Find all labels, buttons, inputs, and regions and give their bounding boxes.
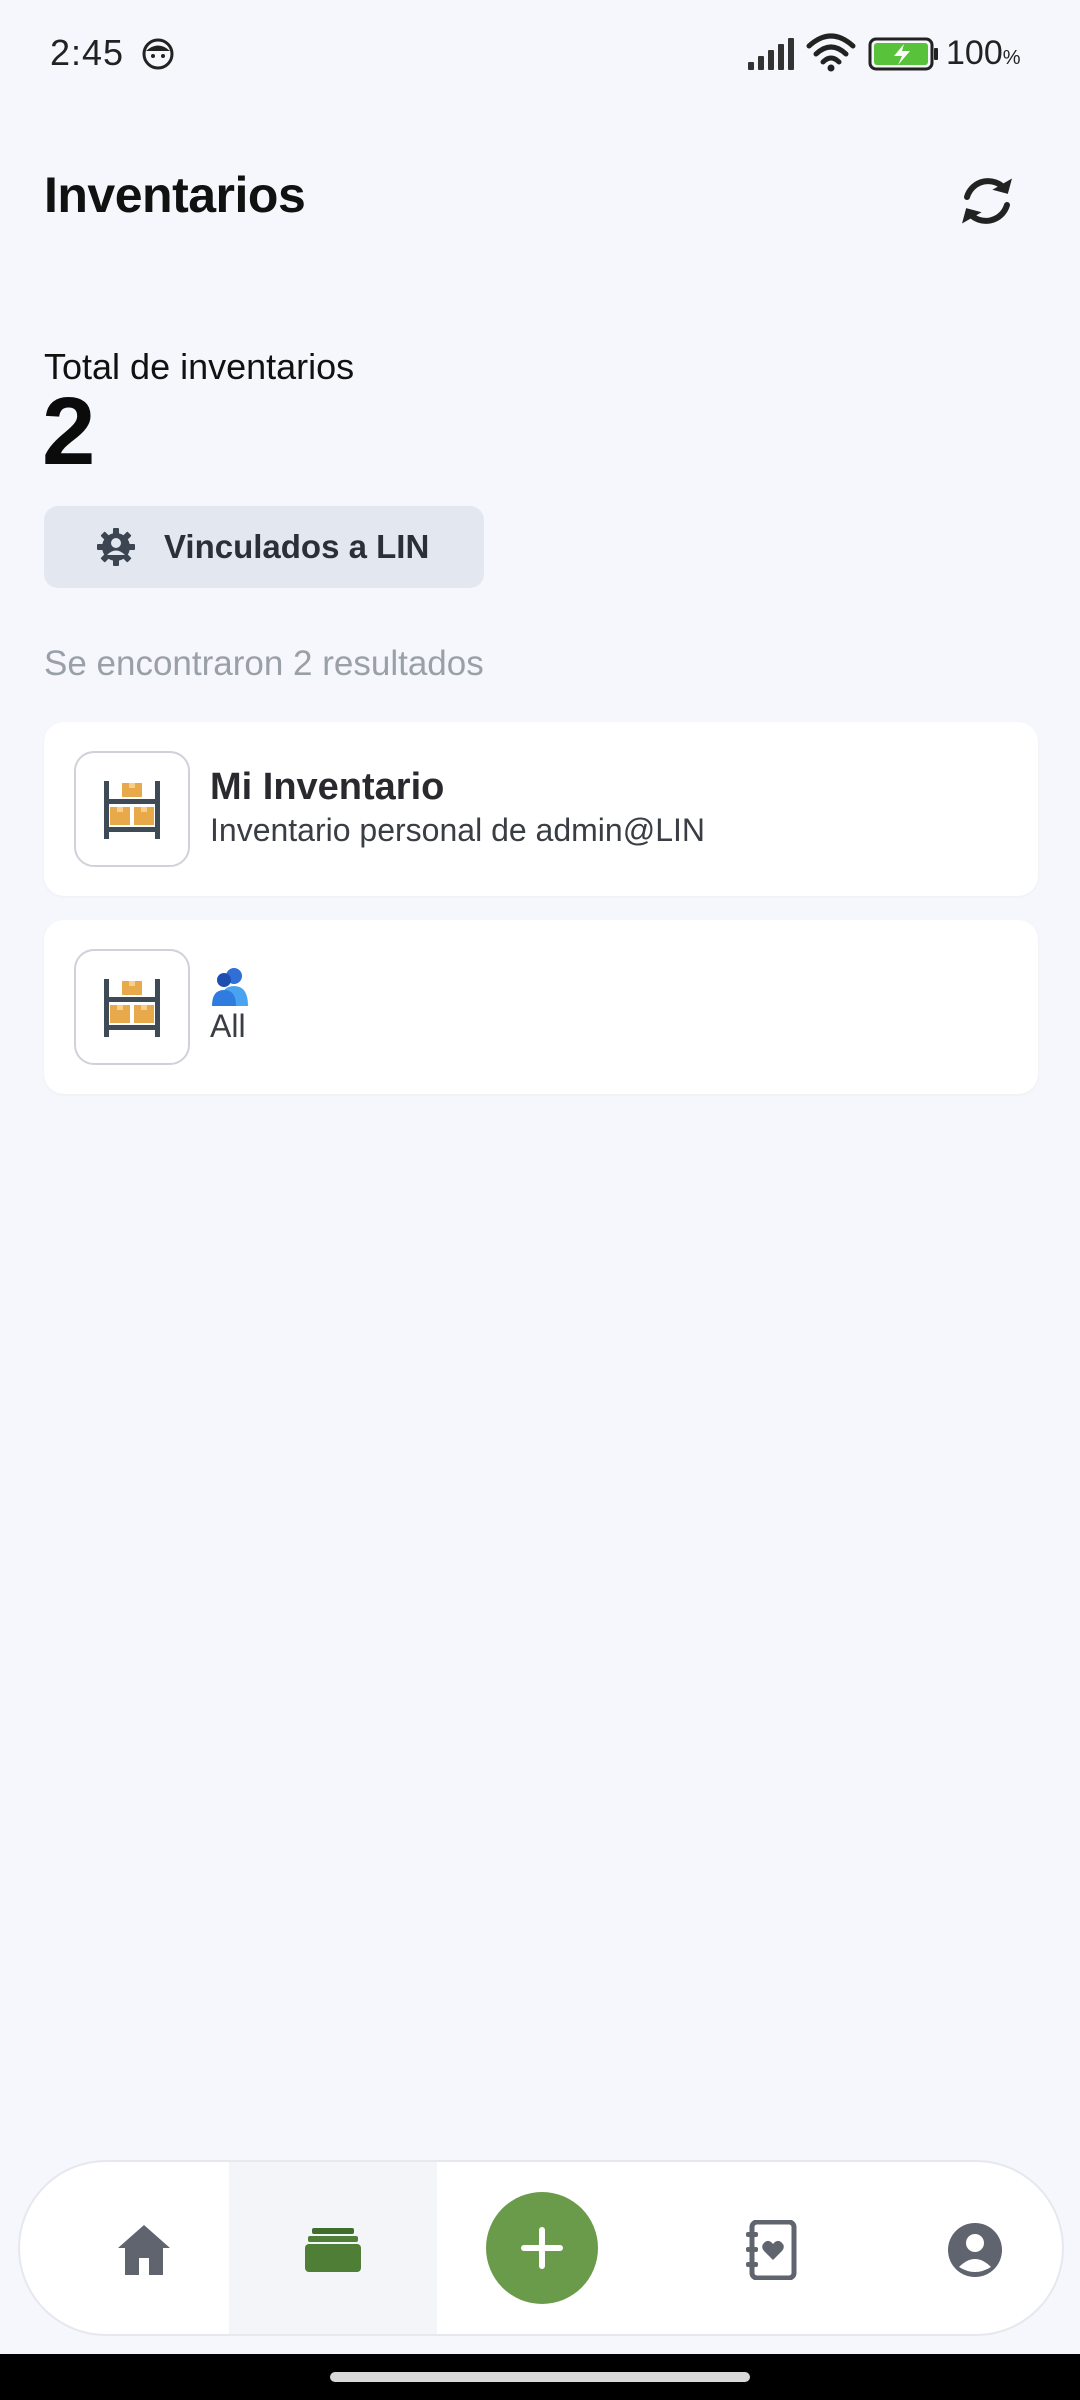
signal-icon: [748, 38, 794, 70]
page-title: Inventarios: [44, 167, 306, 223]
filter-chip-label: Vinculados a LIN: [164, 528, 430, 565]
gear-user-icon: [97, 528, 135, 566]
inventory-icon-box: [74, 949, 190, 1065]
nav-home[interactable]: [40, 2162, 248, 2334]
refresh-button[interactable]: [950, 164, 1024, 238]
add-button[interactable]: [486, 2192, 598, 2304]
nav-profile[interactable]: [871, 2162, 1062, 2334]
inventory-card[interactable]: All: [44, 920, 1038, 1094]
notification-face-icon: [142, 38, 174, 70]
battery-charging-icon: [868, 37, 938, 71]
nav-catalog[interactable]: [666, 2162, 874, 2334]
home-indicator[interactable]: [330, 2372, 750, 2382]
inventory-subtitle: Inventario personal de admin@LIN: [210, 812, 705, 848]
filter-chip-linked[interactable]: Vinculados a LIN: [44, 506, 484, 588]
inventory-title: Mi Inventario: [210, 766, 445, 808]
inventory-card[interactable]: Mi Inventario Inventario personal de adm…: [44, 722, 1038, 896]
inventories-screen: 2:45 100% Inventarios Total de inventari…: [0, 0, 1080, 2400]
home-icon: [118, 2225, 170, 2275]
inventory-stack-icon: [305, 2228, 361, 2272]
refresh-icon: [962, 178, 1012, 224]
wifi-icon: [806, 33, 856, 72]
contacts-book-icon: [746, 2220, 797, 2280]
bottom-nav: [18, 2160, 1064, 2336]
inventory-icon-box: [74, 751, 190, 867]
warehouse-shelf-icon: [104, 781, 160, 839]
nav-inventory[interactable]: [229, 2162, 437, 2334]
status-time: 2:45: [50, 32, 125, 73]
people-icon: [212, 968, 248, 1006]
battery-percent: 100%: [946, 34, 1021, 72]
add-icon: [521, 2227, 563, 2269]
inventory-subtitle: All: [210, 1008, 246, 1044]
results-count-text: Se encontraron 2 resultados: [44, 644, 484, 683]
status-bar: 2:45 100%: [0, 0, 1080, 110]
warehouse-shelf-icon: [104, 979, 160, 1037]
total-count: 2: [42, 378, 96, 485]
profile-icon: [948, 2223, 1002, 2277]
system-nav-bar: [0, 2354, 1080, 2400]
